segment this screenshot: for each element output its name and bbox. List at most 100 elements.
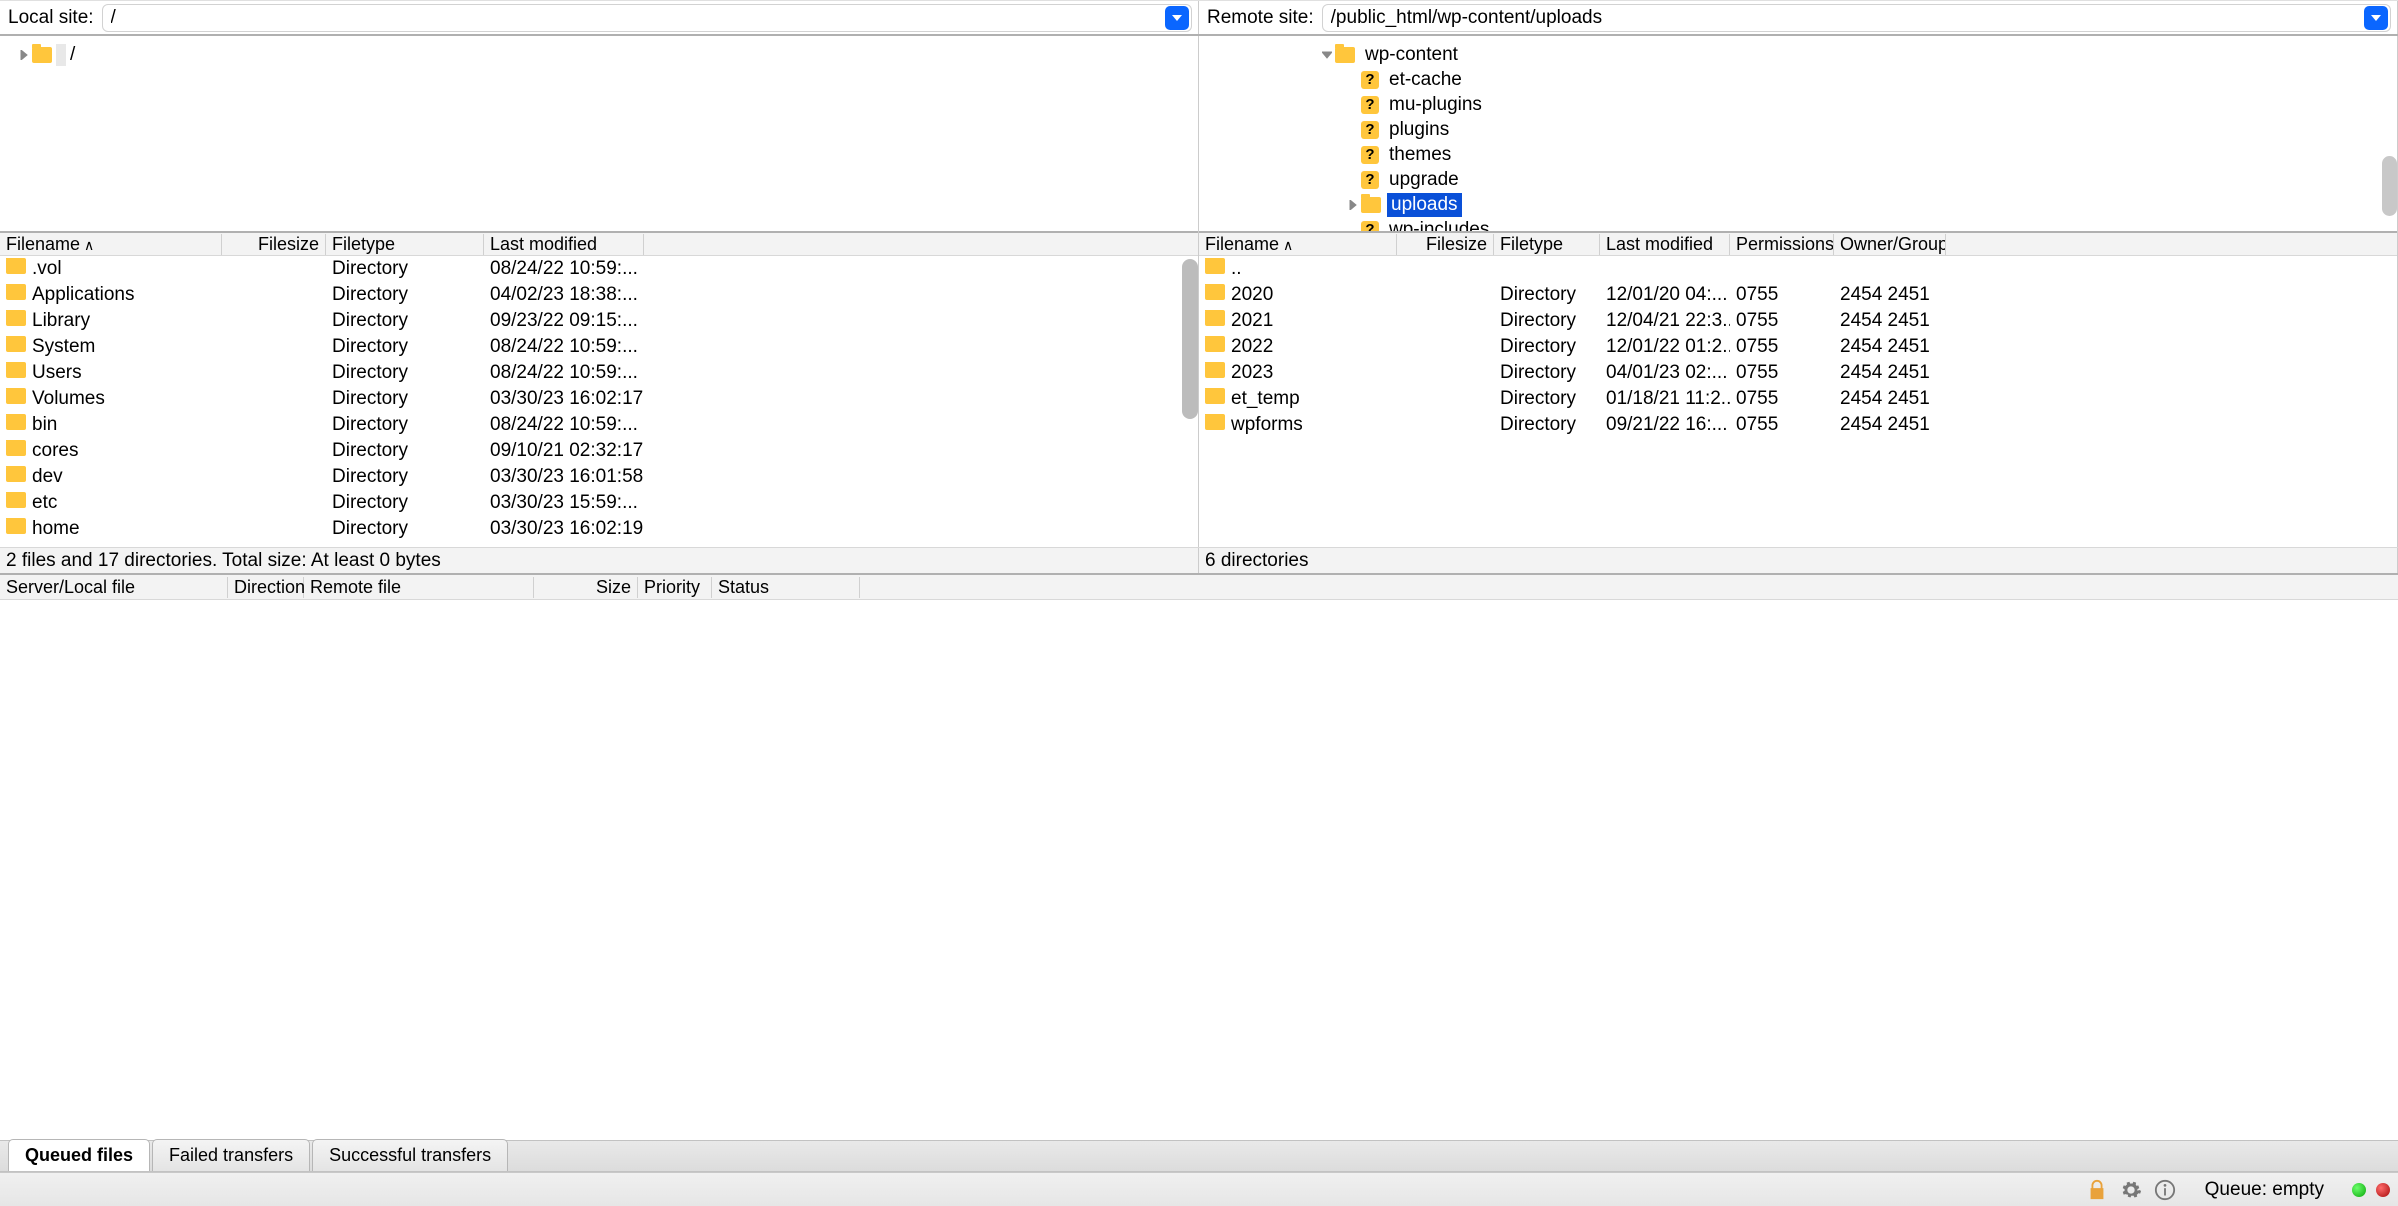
- remote-tree-item[interactable]: ?plugins: [1199, 117, 2397, 142]
- remote-path-combo[interactable]: [1322, 4, 2391, 32]
- file-row[interactable]: binDirectory08/24/22 10:59:...: [0, 412, 1198, 438]
- file-name: System: [32, 336, 95, 357]
- col-owner[interactable]: Owner/Group: [1834, 234, 1946, 255]
- col-permissions[interactable]: Permissions: [1730, 234, 1834, 255]
- remote-path-input[interactable]: [1323, 7, 2364, 29]
- lock-icon[interactable]: [2085, 1178, 2109, 1202]
- folder-icon: [6, 258, 26, 274]
- col-filesize[interactable]: Filesize: [222, 234, 326, 255]
- file-row[interactable]: etcDirectory03/30/23 15:59:...: [0, 490, 1198, 516]
- chevron-right-icon[interactable]: [1345, 200, 1361, 210]
- local-tree[interactable]: /: [0, 36, 1199, 231]
- file-type: Directory: [326, 258, 484, 280]
- file-row[interactable]: ..: [1199, 256, 2397, 282]
- file-type: Directory: [326, 466, 484, 488]
- file-row[interactable]: 2020Directory12/01/20 04:...07552454 245…: [1199, 282, 2397, 308]
- info-circle-icon[interactable]: [2153, 1178, 2177, 1202]
- remote-tree-item[interactable]: ?upgrade: [1199, 167, 2397, 192]
- col-filetype[interactable]: Filetype: [1494, 234, 1600, 255]
- file-type: Directory: [1494, 414, 1600, 436]
- chevron-down-icon[interactable]: [1319, 50, 1335, 60]
- led-green-icon: [2352, 1183, 2366, 1197]
- local-tree-root[interactable]: /: [0, 42, 1198, 67]
- status-row: 2 files and 17 directories. Total size: …: [0, 547, 2398, 575]
- folder-unknown-icon: ?: [1361, 96, 1379, 114]
- tree-item-label: wp-content: [1361, 43, 1462, 67]
- chevron-right-icon[interactable]: [16, 50, 32, 60]
- file-modified: 03/30/23 16:02:17: [484, 388, 644, 410]
- file-row[interactable]: VolumesDirectory03/30/23 16:02:17: [0, 386, 1198, 412]
- file-modified: 12/04/21 22:3..: [1600, 310, 1730, 332]
- gear-icon[interactable]: [2119, 1178, 2143, 1202]
- tab-successful-transfers[interactable]: Successful transfers: [312, 1139, 508, 1171]
- local-path-dropdown-button[interactable]: [1165, 6, 1189, 30]
- file-row[interactable]: 2023Directory04/01/23 02:...07552454 245…: [1199, 360, 2397, 386]
- col-status[interactable]: Status: [712, 577, 860, 598]
- file-row[interactable]: SystemDirectory08/24/22 10:59:...: [0, 334, 1198, 360]
- local-path-input[interactable]: [103, 7, 1165, 29]
- folder-icon: [6, 362, 26, 378]
- file-modified: 12/01/20 04:...: [1600, 284, 1730, 306]
- col-priority[interactable]: Priority: [638, 577, 712, 598]
- remote-tree-item[interactable]: wp-content: [1199, 42, 2397, 67]
- file-row[interactable]: LibraryDirectory09/23/22 09:15:...: [0, 308, 1198, 334]
- file-name: 2023: [1231, 362, 1273, 383]
- file-row[interactable]: coresDirectory09/10/21 02:32:17: [0, 438, 1198, 464]
- file-owner: 2454 2451: [1834, 414, 1946, 436]
- file-row[interactable]: ApplicationsDirectory04/02/23 18:38:...: [0, 282, 1198, 308]
- file-list-row: Filename∧ Filesize Filetype Last modifie…: [0, 231, 2398, 547]
- col-filename[interactable]: Filename∧: [0, 234, 222, 255]
- file-type: Directory: [326, 284, 484, 306]
- folder-icon: [6, 414, 26, 430]
- col-modified[interactable]: Last modified: [484, 234, 644, 255]
- remote-tree-item[interactable]: ? wp-includes: [1199, 217, 2397, 231]
- folder-icon: [6, 284, 26, 300]
- col-direction[interactable]: Direction: [228, 577, 304, 598]
- file-type: Directory: [326, 518, 484, 540]
- remote-tree[interactable]: wp-content ?et-cache?mu-plugins?plugins?…: [1199, 36, 2398, 231]
- col-server-file[interactable]: Server/Local file: [0, 577, 228, 598]
- folder-icon: [1205, 336, 1225, 352]
- file-row[interactable]: wpformsDirectory09/21/22 16:...07552454 …: [1199, 412, 2397, 438]
- col-filetype[interactable]: Filetype: [326, 234, 484, 255]
- col-filename[interactable]: Filename∧: [1199, 234, 1397, 255]
- remote-tree-item[interactable]: ?themes: [1199, 142, 2397, 167]
- folder-icon: [6, 336, 26, 352]
- file-row[interactable]: et_tempDirectory01/18/21 11:2...07552454…: [1199, 386, 2397, 412]
- sort-asc-icon: ∧: [1283, 237, 1293, 254]
- file-row[interactable]: devDirectory03/30/23 16:01:58: [0, 464, 1198, 490]
- file-row[interactable]: 2021Directory12/04/21 22:3..07552454 245…: [1199, 308, 2397, 334]
- queue-body[interactable]: [0, 600, 2398, 1140]
- tab-queued-files[interactable]: Queued files: [8, 1139, 150, 1171]
- folder-icon: [1205, 362, 1225, 378]
- file-type: Directory: [326, 440, 484, 462]
- file-name: Library: [32, 310, 90, 331]
- remote-tree-item[interactable]: ?et-cache: [1199, 67, 2397, 92]
- file-row[interactable]: UsersDirectory08/24/22 10:59:...: [0, 360, 1198, 386]
- remote-path-dropdown-button[interactable]: [2364, 6, 2388, 30]
- local-list-header[interactable]: Filename∧ Filesize Filetype Last modifie…: [0, 231, 1198, 256]
- remote-file-list[interactable]: Filename∧ Filesize Filetype Last modifie…: [1199, 231, 2398, 547]
- scrollbar-thumb[interactable]: [1182, 259, 1198, 419]
- queue-header[interactable]: Server/Local file Direction Remote file …: [0, 575, 2398, 600]
- folder-unknown-icon: ?: [1361, 121, 1379, 139]
- local-path-combo[interactable]: [102, 4, 1192, 32]
- tab-failed-transfers[interactable]: Failed transfers: [152, 1139, 310, 1171]
- folder-unknown-icon: ?: [1361, 221, 1379, 232]
- file-row[interactable]: .volDirectory08/24/22 10:59:...: [0, 256, 1198, 282]
- remote-tree-item[interactable]: ?mu-plugins: [1199, 92, 2397, 117]
- folder-icon: [1335, 47, 1355, 63]
- col-filesize[interactable]: Filesize: [1397, 234, 1494, 255]
- scrollbar-thumb[interactable]: [2382, 156, 2397, 216]
- file-type: Directory: [1494, 310, 1600, 332]
- sort-asc-icon: ∧: [84, 237, 94, 254]
- col-size[interactable]: Size: [534, 577, 638, 598]
- col-remote-file[interactable]: Remote file: [304, 577, 534, 598]
- local-file-list[interactable]: Filename∧ Filesize Filetype Last modifie…: [0, 231, 1199, 547]
- remote-tree-item-uploads[interactable]: uploads: [1199, 192, 2397, 217]
- remote-list-header[interactable]: Filename∧ Filesize Filetype Last modifie…: [1199, 231, 2397, 256]
- file-row[interactable]: 2022Directory12/01/22 01:2...07552454 24…: [1199, 334, 2397, 360]
- file-type: Directory: [326, 310, 484, 332]
- file-row[interactable]: homeDirectory03/30/23 16:02:19: [0, 516, 1198, 542]
- col-modified[interactable]: Last modified: [1600, 234, 1730, 255]
